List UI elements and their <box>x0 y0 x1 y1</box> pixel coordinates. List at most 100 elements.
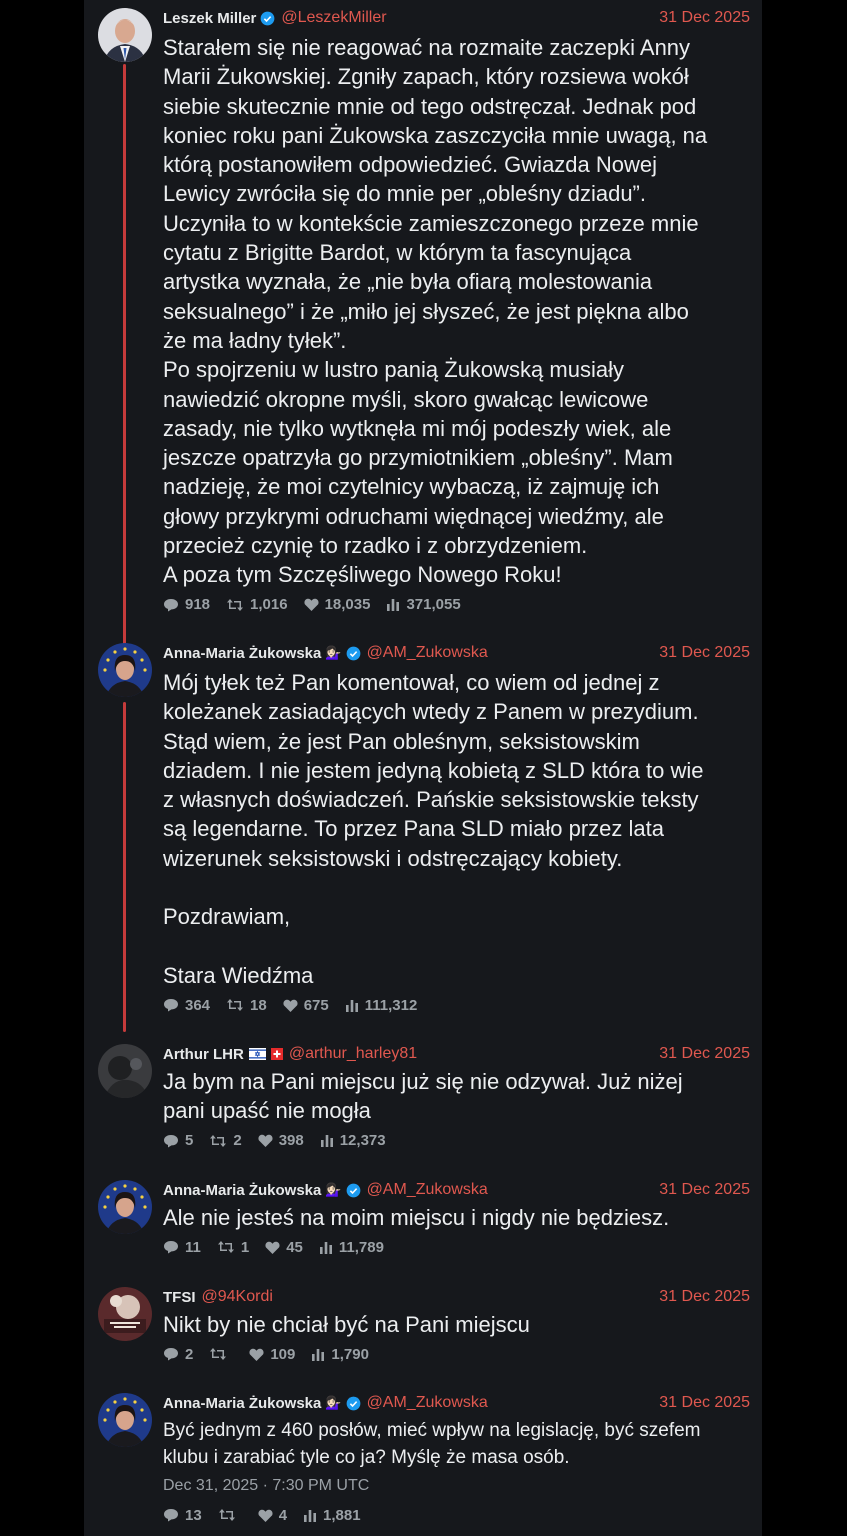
tweet-date[interactable]: 31 Dec 2025 <box>659 1045 750 1063</box>
avatar[interactable] <box>98 8 152 62</box>
profile-emoji: 💁🏻‍♀️ <box>325 1182 342 1197</box>
verified-badge-icon <box>346 1183 360 1197</box>
tweet-date[interactable]: 31 Dec 2025 <box>659 1181 750 1199</box>
reply-count: 5 <box>185 1132 194 1150</box>
like-icon <box>258 1134 273 1148</box>
tweet-stats: 11 1 45 11,789 <box>163 1236 750 1258</box>
like-count: 18,035 <box>324 596 371 614</box>
author-name[interactable]: Leszek Miller <box>163 10 256 27</box>
like-count: 398 <box>278 1132 304 1150</box>
like-stat[interactable]: 109 <box>249 1346 295 1363</box>
tweet-text: Mój tyłek też Pan komentował, co wiem od… <box>163 670 704 988</box>
views-icon <box>319 1241 332 1254</box>
author-handle[interactable]: @LeszekMiller <box>281 9 386 27</box>
tweet-text: Być jednym z 460 posłów, mieć wpływ na l… <box>163 1420 701 1468</box>
retweet-count: 1,016 <box>250 596 288 614</box>
avatar[interactable] <box>98 1180 152 1234</box>
reply-icon <box>164 1134 178 1148</box>
tweet-date[interactable]: 31 Dec 2025 <box>659 9 750 27</box>
tweet-date[interactable]: 31 Dec 2025 <box>659 1394 750 1412</box>
author-handle[interactable]: @arthur_harley81 <box>289 1045 417 1063</box>
reply-count: 2 <box>185 1345 194 1363</box>
reply-stat[interactable]: 11 <box>163 1239 201 1256</box>
reply-stat[interactable]: 364 <box>163 997 210 1014</box>
verified-badge-icon <box>346 1396 360 1410</box>
views-stat[interactable]: 111,312 <box>345 996 418 1014</box>
author-handle[interactable]: @AM_Zukowska <box>367 644 488 662</box>
tweet-date[interactable]: 31 Dec 2025 <box>659 644 750 662</box>
like-icon <box>265 1241 280 1254</box>
views-count: 1,790 <box>331 1345 369 1363</box>
retweet-count: 1 <box>240 1238 250 1256</box>
like-icon <box>249 1348 264 1361</box>
like-stat[interactable]: 4 <box>258 1507 287 1524</box>
retweet-stat[interactable]: 1 <box>217 1239 249 1256</box>
views-stat[interactable]: 1,790 <box>311 1346 369 1363</box>
reply-count: 364 <box>185 996 211 1014</box>
like-stat[interactable]: 398 <box>258 1132 304 1149</box>
reply-stat[interactable]: 5 <box>163 1132 193 1149</box>
author-name[interactable]: Anna-Maria Żukowska <box>163 645 321 662</box>
tweet-stats: 364 18 675 111,312 <box>163 994 750 1016</box>
like-count: 675 <box>303 996 329 1014</box>
verified-badge-icon <box>261 11 275 25</box>
views-icon <box>320 1135 333 1148</box>
views-count: 12,373 <box>339 1132 386 1150</box>
like-icon <box>304 598 319 612</box>
author-name[interactable]: Anna-Maria Żukowska <box>163 1182 321 1199</box>
like-stat[interactable]: 45 <box>265 1239 303 1256</box>
reply-icon <box>164 1348 178 1361</box>
reply-stat[interactable]: 2 <box>163 1346 193 1363</box>
retweet-stat[interactable]: 18 <box>226 997 267 1014</box>
tweet-date[interactable]: 31 Dec 2025 <box>659 1288 750 1306</box>
like-stat[interactable]: 18,035 <box>304 596 371 614</box>
reply-count: 918 <box>185 596 211 614</box>
tweet-timestamp[interactable]: Dec 31, 2025 · 7:30 PM UTC <box>163 1477 750 1499</box>
reply-count: 13 <box>185 1506 202 1524</box>
author-handle[interactable]: @94Kordi <box>202 1288 273 1306</box>
avatar[interactable] <box>98 1044 152 1098</box>
views-count: 371,055 <box>406 596 461 614</box>
retweet-icon <box>218 1509 235 1521</box>
tweet-stats: 13 4 1,881 <box>163 1504 750 1526</box>
avatar[interactable] <box>98 643 152 697</box>
author-name[interactable]: Anna-Maria Żukowska <box>163 1395 321 1412</box>
views-stat[interactable]: 1,881 <box>303 1507 361 1524</box>
author-handle[interactable]: @AM_Zukowska <box>367 1394 488 1412</box>
switzerland-flag-icon <box>270 1048 283 1060</box>
thread-connector <box>123 702 126 1032</box>
author-handle[interactable]: @AM_Zukowska <box>367 1181 488 1199</box>
like-stat[interactable]: 675 <box>283 997 329 1014</box>
views-count: 111,312 <box>364 996 418 1014</box>
like-count: 109 <box>270 1345 296 1363</box>
author-name[interactable]: TFSI <box>163 1289 196 1306</box>
like-icon <box>283 999 298 1012</box>
israel-flag-icon <box>248 1048 266 1060</box>
avatar[interactable] <box>98 1393 152 1447</box>
profile-emoji: 💁🏻‍♀️ <box>325 1395 342 1410</box>
reply-icon <box>164 1509 178 1522</box>
avatar[interactable] <box>98 1287 152 1341</box>
retweet-stat[interactable]: 1,016 <box>226 596 288 613</box>
like-count: 4 <box>278 1506 288 1524</box>
reply-icon <box>164 598 178 612</box>
tweet-stats: 918 1,016 18,035 371,055 <box>163 594 750 616</box>
author-name[interactable]: Arthur LHR <box>163 1046 244 1063</box>
retweet-stat[interactable] <box>218 1508 242 1522</box>
retweet-count: 2 <box>233 1132 242 1150</box>
views-icon <box>304 1509 317 1522</box>
views-stat[interactable]: 11,789 <box>319 1239 384 1256</box>
reply-stat[interactable]: 13 <box>163 1507 202 1524</box>
views-count: 11,789 <box>338 1238 384 1256</box>
like-count: 45 <box>286 1238 303 1256</box>
reply-stat[interactable]: 918 <box>163 596 210 613</box>
retweet-icon <box>227 598 244 611</box>
verified-badge-icon <box>346 646 360 660</box>
retweet-stat[interactable]: 2 <box>209 1132 242 1150</box>
views-stat[interactable]: 12,373 <box>320 1132 386 1149</box>
views-stat[interactable]: 371,055 <box>386 596 461 614</box>
tweet-text: Ale nie jesteś na moim miejscu i nigdy n… <box>163 1205 670 1230</box>
tweet-text: Ja bym na Pani miejscu już się nie odzyw… <box>163 1069 683 1124</box>
retweet-stat[interactable] <box>209 1347 233 1361</box>
reply-icon <box>164 1241 178 1254</box>
